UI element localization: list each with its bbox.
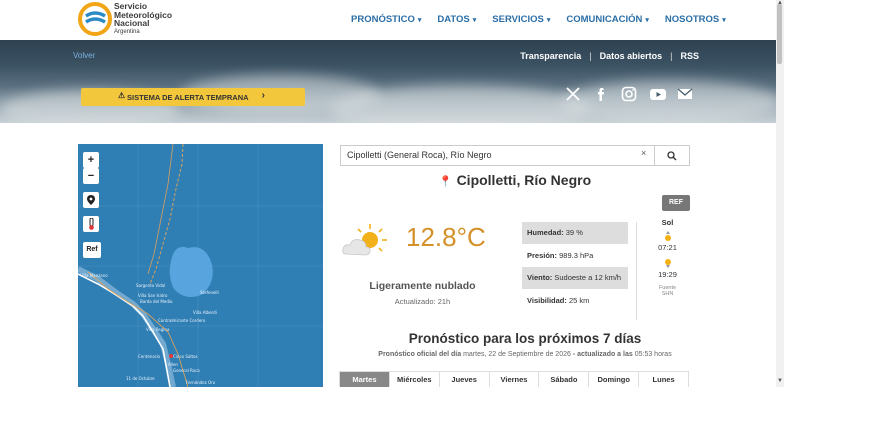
alert-label: SISTEMA DE ALERTA TEMPRANA: [127, 92, 249, 102]
map-ref-button[interactable]: Ref: [83, 242, 101, 258]
x-icon[interactable]: [565, 86, 583, 104]
location-pin-icon: 📍: [438, 176, 453, 188]
svg-text:Villa Alberdi: Villa Alberdi: [193, 310, 217, 315]
scroll-up-icon[interactable]: ▲: [776, 0, 784, 6]
main-nav: PRONÓSTICO ▾ DATOS ▾ SERVICIOS ▾ COMUNICACI…: [351, 14, 742, 25]
tab-miercoles[interactable]: Miércoles: [389, 372, 440, 387]
wind-row: Viento: Sudoeste a 12 km/h: [522, 267, 628, 289]
ref-button[interactable]: REF: [662, 195, 690, 211]
svg-text:General Roca: General Roca: [173, 368, 200, 373]
current-temperature: 12.8°C: [406, 222, 486, 252]
location-name: Cipolletti, Río Negro: [456, 172, 592, 188]
sun-title: Sol: [661, 218, 674, 227]
updated-time: Actualizado: 21h: [394, 297, 451, 306]
svg-text:Stefenelli: Stefenelli: [200, 290, 219, 295]
thermometer-button[interactable]: [83, 216, 99, 232]
svg-text:11 de Octubre: 11 de Octubre: [126, 376, 155, 381]
weather-description: Ligeramente nublado: [369, 280, 476, 292]
sunset-time: 19:29: [658, 270, 677, 279]
nav-pronostico[interactable]: PRONÓSTICO ▾: [351, 14, 421, 25]
tab-lunes[interactable]: Lunes: [639, 372, 689, 387]
nav-datos[interactable]: DATOS ▾: [437, 14, 476, 25]
divider: [636, 222, 637, 320]
forecast-day-tabs: Martes Miércoles Jueves Viernes Sábado D…: [339, 371, 689, 387]
nav-comunicacion[interactable]: COMUNICACIÓN ▾: [566, 14, 649, 25]
location-title: 📍 Cipolletti, Río Negro: [340, 172, 690, 188]
transparencia-link[interactable]: Transparencia: [520, 51, 581, 61]
instagram-icon[interactable]: [621, 86, 639, 104]
svg-text:Barda del Medio: Barda del Medio: [140, 299, 173, 304]
smn-logo[interactable]: Servicio Meteorológico Nacional Argentin…: [78, 2, 198, 36]
clear-search-button[interactable]: ×: [641, 148, 646, 158]
svg-text:Villa Manzano: Villa Manzano: [80, 273, 108, 278]
thermometer-icon: [88, 217, 94, 230]
logo-line-4: Argentina: [114, 28, 140, 35]
svg-text:Fernández Oro: Fernández Oro: [186, 380, 216, 385]
visibility-row: Visibilidad: 25 km: [527, 296, 590, 305]
svg-text:Villa Regina: Villa Regina: [146, 327, 170, 332]
svg-text:Villa San Isidro: Villa San Isidro: [138, 293, 168, 298]
smn-logo-icon: [78, 2, 112, 36]
search-button[interactable]: [654, 145, 690, 166]
warning-icon: ⚠: [118, 91, 126, 100]
page: Servicio Meteorológico Nacional Argentin…: [0, 0, 871, 429]
nav-nosotros[interactable]: NOSOTROS ▾: [665, 14, 726, 25]
sky-banner: Volver Transparencia | Datos abiertos | …: [0, 40, 776, 123]
youtube-icon[interactable]: [649, 86, 667, 104]
tab-viernes[interactable]: Viernes: [489, 372, 540, 387]
map-canvas: Villa Manzano Sargento Vidal Villa San I…: [78, 144, 323, 387]
sunrise-icon: [664, 231, 671, 241]
tab-domingo[interactable]: Domingo: [589, 372, 640, 387]
map[interactable]: Villa Manzano Sargento Vidal Villa San I…: [78, 144, 323, 387]
mail-icon[interactable]: [677, 86, 695, 104]
zoom-out-button[interactable]: −: [83, 168, 99, 184]
source-name: SHN: [661, 291, 674, 297]
zoom-in-button[interactable]: +: [83, 152, 99, 168]
svg-text:Centenario: Centenario: [138, 354, 161, 359]
location-pin-icon: [87, 195, 95, 205]
scrollbar-thumb[interactable]: [777, 4, 782, 64]
datos-abiertos-link[interactable]: Datos abiertos: [600, 51, 663, 61]
svg-text:Cinco Saltos: Cinco Saltos: [173, 354, 198, 359]
forecast-subtitle: Pronóstico oficial del día martes, 22 de…: [378, 351, 672, 358]
nav-servicios[interactable]: SERVICIOS ▾: [492, 14, 550, 25]
svg-text:Allen: Allen: [168, 362, 178, 367]
sun-times: Sol 07:21 19:29 Fuente SHN: [650, 218, 685, 297]
separator: |: [670, 51, 673, 61]
pressure-row: Presión: 989.3 hPa: [527, 251, 594, 260]
search-icon: [667, 150, 677, 160]
tab-sabado[interactable]: Sábado: [539, 372, 590, 387]
svg-text:Sargento Vidal: Sargento Vidal: [136, 283, 165, 288]
rss-link[interactable]: RSS: [680, 51, 699, 61]
svg-text:Contralmirante Cordero: Contralmirante Cordero: [158, 318, 206, 323]
location-pin-button[interactable]: [83, 192, 99, 208]
social-links: [565, 86, 695, 104]
humidity-row: Humedad: 39 %: [522, 222, 628, 244]
sunrise-time: 07:21: [658, 243, 677, 252]
forecast-title: Pronóstico para los próximos 7 días: [408, 331, 642, 346]
alert-system-button[interactable]: ⚠ SISTEMA DE ALERTA TEMPRANA ›: [81, 88, 305, 106]
scroll-down-icon[interactable]: ▼: [776, 378, 784, 384]
search-input[interactable]: Cipolletti (General Roca), Río Negro: [340, 145, 655, 166]
partly-cloudy-icon: [342, 224, 387, 256]
tab-martes[interactable]: Martes: [340, 372, 390, 387]
top-links: Transparencia | Datos abiertos | RSS: [520, 51, 699, 61]
volver-link[interactable]: Volver: [73, 51, 95, 60]
logo-line-3: Nacional: [114, 18, 150, 28]
sunset-icon: [664, 259, 671, 268]
header: Servicio Meteorológico Nacional Argentin…: [0, 0, 776, 40]
chevron-right-icon: ›: [261, 90, 265, 101]
tab-jueves[interactable]: Jueves: [439, 372, 490, 387]
facebook-icon[interactable]: [593, 86, 611, 104]
separator: |: [589, 51, 592, 61]
